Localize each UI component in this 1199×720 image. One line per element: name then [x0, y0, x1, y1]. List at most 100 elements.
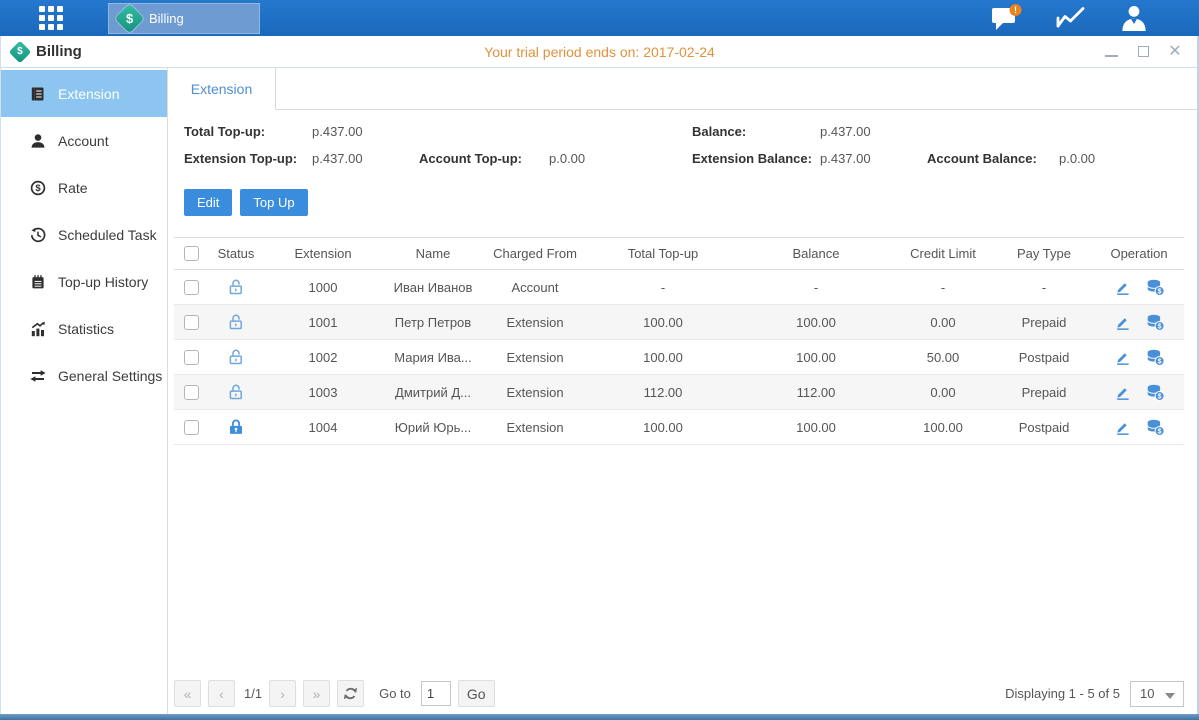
edit-row-icon[interactable]	[1114, 314, 1131, 331]
sidebar-item-statistics[interactable]: Statistics	[0, 305, 167, 352]
last-page-button[interactable]: »	[303, 680, 330, 707]
sidebar-item-extension[interactable]: Extension	[0, 70, 167, 117]
sidebar-item-account[interactable]: Account	[0, 117, 167, 164]
cell-name: Иван Иванов	[382, 280, 484, 295]
table-row: 1004 Юрий Юрь... Extension 100.00 100.00…	[174, 410, 1184, 445]
cell-total-topup: 112.00	[586, 385, 740, 400]
goto-page-input[interactable]	[421, 681, 451, 706]
top-up-row-icon[interactable]	[1146, 348, 1165, 366]
sidebar-item-general-settings[interactable]: General Settings	[0, 352, 167, 399]
tab-extension[interactable]: Extension	[168, 68, 276, 110]
unlocked-icon	[227, 348, 245, 366]
column-header-name: Name	[382, 246, 484, 261]
scheduled-task-icon	[30, 227, 46, 243]
table-header-row: Status Extension Name Charged From Total…	[174, 237, 1184, 270]
cell-pay-type: -	[994, 280, 1094, 295]
row-checkbox[interactable]	[184, 315, 199, 330]
balance-label: Balance:	[692, 124, 820, 139]
cell-total-topup: 100.00	[586, 420, 740, 435]
close-button[interactable]: ✕	[1167, 44, 1183, 60]
maximize-button[interactable]	[1135, 44, 1151, 60]
cell-pay-type: Prepaid	[994, 385, 1094, 400]
page-size-select[interactable]: 10	[1130, 681, 1184, 707]
column-header-pay-type: Pay Type	[994, 246, 1094, 261]
column-header-balance: Balance	[740, 246, 892, 261]
refresh-icon	[343, 686, 358, 701]
sidebar-item-label: Extension	[58, 86, 119, 102]
edit-button[interactable]: Edit	[184, 189, 232, 216]
top-up-row-icon[interactable]	[1146, 383, 1165, 401]
sidebar-item-topup-history[interactable]: Top-up History	[0, 258, 167, 305]
general-settings-icon	[30, 368, 46, 384]
account-balance-label: Account Balance:	[927, 151, 1059, 166]
row-checkbox[interactable]	[184, 385, 199, 400]
cell-balance: -	[740, 280, 892, 295]
refresh-button[interactable]	[337, 680, 364, 707]
top-up-row-icon[interactable]	[1146, 418, 1165, 436]
edit-row-icon[interactable]	[1114, 419, 1131, 436]
user-account-icon[interactable]	[1119, 4, 1151, 32]
column-header-operation: Operation	[1094, 246, 1184, 261]
cell-extension: 1001	[264, 315, 382, 330]
edit-row-icon[interactable]	[1114, 384, 1131, 401]
sidebar-item-rate[interactable]: Rate	[0, 164, 167, 211]
billing-app-window: $ Billing !	[0, 0, 1199, 720]
row-checkbox[interactable]	[184, 350, 199, 365]
taskbar-billing-button[interactable]: $ Billing	[108, 3, 260, 34]
row-checkbox[interactable]	[184, 420, 199, 435]
extension-topup-value: p.437.00	[312, 151, 419, 166]
edit-row-icon[interactable]	[1114, 279, 1131, 296]
cell-name: Мария Ива...	[382, 350, 484, 365]
table-row: 1003 Дмитрий Д... Extension 112.00 112.0…	[174, 375, 1184, 410]
sidebar-item-label: General Settings	[58, 368, 162, 384]
unlocked-icon	[227, 278, 245, 296]
first-page-button[interactable]: «	[174, 680, 201, 707]
locked-icon	[227, 418, 245, 436]
billing-app-icon: $	[115, 3, 145, 33]
trial-notice: Your trial period ends on: 2017-02-24	[0, 44, 1199, 60]
page-indicator: 1/1	[244, 686, 262, 701]
edit-row-icon[interactable]	[1114, 349, 1131, 366]
unlocked-icon	[227, 383, 245, 401]
minimize-button[interactable]	[1103, 44, 1119, 60]
total-topup-label: Total Top-up:	[184, 124, 312, 139]
cell-extension: 1004	[264, 420, 382, 435]
top-up-button[interactable]: Top Up	[240, 189, 307, 216]
reports-chart-icon[interactable]	[1055, 4, 1087, 32]
account-balance-value: p.0.00	[1059, 151, 1095, 166]
chevron-down-icon	[1165, 693, 1175, 699]
sidebar-item-label: Scheduled Task	[58, 227, 157, 243]
column-header-charged-from: Charged From	[484, 246, 586, 261]
sidebar-item-scheduled-task[interactable]: Scheduled Task	[0, 211, 167, 258]
extension-balance-value: p.437.00	[820, 151, 927, 166]
previous-page-button[interactable]: ‹	[208, 680, 235, 707]
cell-credit-limit: 100.00	[892, 420, 994, 435]
cell-credit-limit: 50.00	[892, 350, 994, 365]
top-up-row-icon[interactable]	[1146, 313, 1165, 331]
cell-extension: 1003	[264, 385, 382, 400]
pagination-bar: « ‹ 1/1 › » Go to Go Displaying 1 - 5 of…	[174, 680, 1184, 707]
cell-name: Дмитрий Д...	[382, 385, 484, 400]
sidebar-item-label: Statistics	[58, 321, 114, 337]
summary-panel: Total Top-up: p.437.00 Extension Top-up:…	[184, 124, 1199, 166]
cell-credit-limit: -	[892, 280, 994, 295]
go-button[interactable]: Go	[458, 680, 495, 707]
cell-charged-from: Extension	[484, 350, 586, 365]
cell-pay-type: Postpaid	[994, 350, 1094, 365]
column-header-extension: Extension	[264, 246, 382, 261]
notifications-icon[interactable]: !	[991, 4, 1023, 32]
statistics-icon	[30, 321, 46, 337]
displaying-text: Displaying 1 - 5 of 5	[1005, 686, 1120, 701]
top-up-row-icon[interactable]	[1146, 278, 1165, 296]
select-all-checkbox[interactable]	[184, 246, 199, 261]
window-titlebar: Your trial period ends on: 2017-02-24 $ …	[0, 36, 1199, 68]
next-page-button[interactable]: ›	[269, 680, 296, 707]
page-size-value: 10	[1140, 686, 1154, 701]
extension-icon	[30, 86, 46, 102]
cell-total-topup: -	[586, 280, 740, 295]
cell-charged-from: Extension	[484, 420, 586, 435]
sidebar: Extension Account Rate Scheduled Task To…	[0, 68, 168, 714]
app-grid-icon[interactable]	[36, 3, 66, 33]
column-header-status: Status	[208, 246, 264, 261]
row-checkbox[interactable]	[184, 280, 199, 295]
